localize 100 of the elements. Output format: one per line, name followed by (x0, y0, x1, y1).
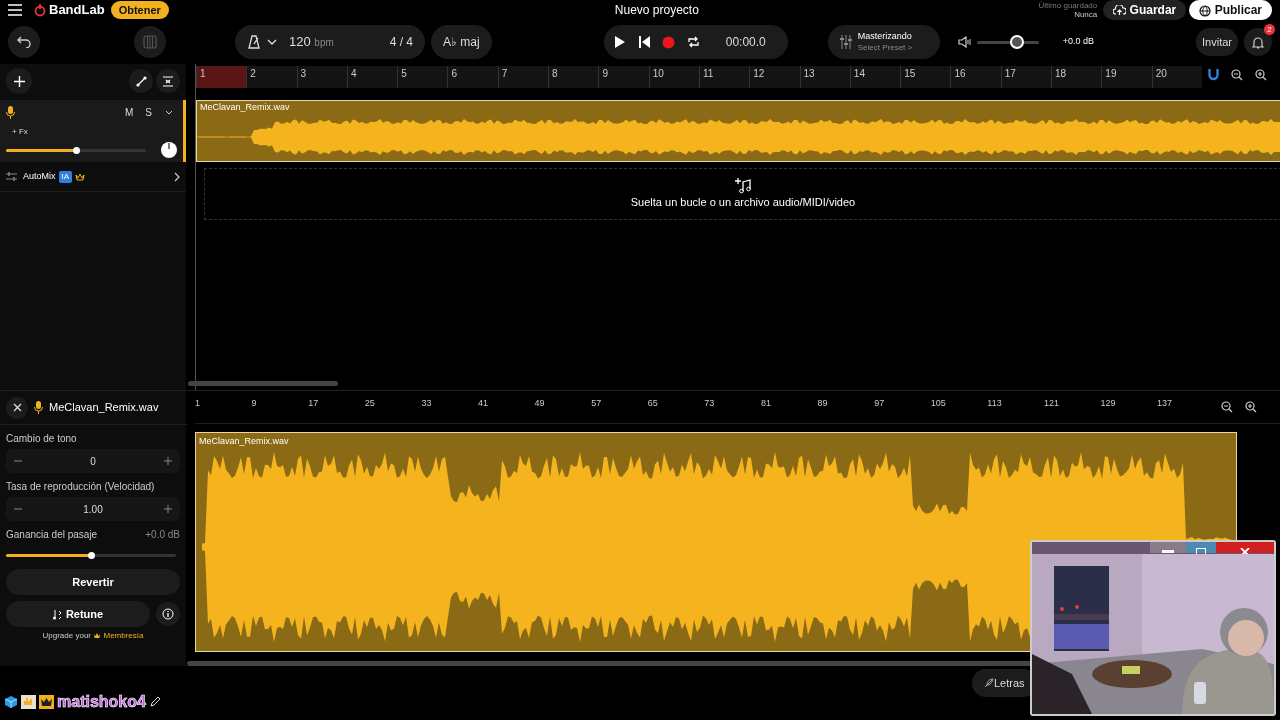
volume-slider-thumb[interactable] (1010, 34, 1025, 49)
ruler-mark[interactable]: 18 (1051, 66, 1102, 88)
key-button[interactable]: A♭ maj (431, 25, 492, 59)
ruler-mark[interactable]: 6 (447, 66, 498, 88)
menu-icon[interactable] (8, 4, 22, 16)
ruler-mark[interactable]: 2 (246, 66, 297, 88)
add-music-icon (735, 177, 751, 194)
ruler-mark: 97 (874, 397, 886, 410)
invite-button[interactable]: Invitar (1196, 28, 1238, 56)
undo-button[interactable] (8, 26, 40, 58)
audio-clip[interactable]: MeClavan_Remix.wav (195, 432, 1237, 653)
mastering-button[interactable]: Masterizando Select Preset > (827, 25, 940, 59)
skip-back-icon[interactable] (637, 36, 650, 48)
maximize-button[interactable] (1186, 542, 1216, 553)
tool-button[interactable] (129, 69, 153, 93)
publish-button[interactable]: Publicar (1189, 0, 1272, 20)
time-signature[interactable]: 4 / 4 (389, 33, 413, 51)
last-saved-value: Nunca (1073, 10, 1098, 19)
ruler-mark[interactable]: 11 (698, 66, 750, 88)
automix-label[interactable]: AutoMix (23, 169, 56, 184)
ruler-mark[interactable]: 10 (648, 66, 699, 88)
logo-icon (34, 3, 46, 17)
ruler-mark[interactable]: 12 (749, 66, 800, 88)
file-name: MeClavan_Remix.wav (49, 400, 159, 416)
close-button[interactable] (6, 396, 28, 419)
ruler-mark[interactable]: 3 (296, 66, 347, 88)
undo-icon (17, 36, 31, 48)
last-saved-label: Último guardado (1038, 1, 1098, 10)
track-volume-thumb[interactable] (73, 146, 80, 154)
ruler-mark[interactable]: 16 (950, 66, 1001, 88)
ruler-mark[interactable]: 7 (497, 66, 549, 88)
retune-button[interactable]: Retune (6, 601, 150, 627)
ruler-mark[interactable]: 19 (1101, 66, 1152, 88)
ruler-mark[interactable]: 17 (1000, 66, 1052, 88)
plus-icon[interactable] (164, 457, 172, 465)
link-icon (135, 75, 147, 87)
scrollbar[interactable] (188, 381, 338, 386)
rate-stepper[interactable]: 1.00 (6, 497, 180, 521)
ruler-mark[interactable]: 20 (1151, 66, 1202, 88)
pitch-stepper[interactable]: 0 (6, 449, 180, 473)
zoom-in-icon[interactable] (1245, 401, 1257, 414)
drop-zone[interactable]: Suelta un bucle o un archivo audio/MIDI/video (204, 168, 1280, 220)
time-display: 00:00.0 (725, 34, 766, 51)
metronome-icon[interactable] (247, 35, 261, 49)
minimize-icon (1162, 550, 1174, 554)
zoom-out-icon[interactable] (1231, 69, 1243, 81)
drop-zone-text: Suelta un bucle o un archivo audio/MIDI/video (630, 194, 856, 210)
ruler-mark[interactable]: 13 (799, 66, 850, 88)
ruler-mark: 73 (704, 397, 716, 410)
rate-label: Tasa de reproducción (Velocidad) (6, 480, 156, 494)
crown-icon (39, 695, 54, 709)
ruler-mark: 129 (1100, 397, 1117, 410)
close-icon (1240, 547, 1250, 556)
chevron-right-icon[interactable] (174, 171, 180, 182)
tool-button[interactable] (156, 69, 180, 93)
ruler-mark[interactable]: 14 (849, 66, 901, 88)
ruler-mark: 113 (987, 397, 1003, 410)
ruler-mark[interactable]: 15 (900, 66, 951, 88)
ruler-mark: 25 (364, 397, 376, 410)
chevron-down-icon[interactable] (267, 39, 277, 45)
ruler-mark: 33 (421, 397, 433, 410)
magnet-icon[interactable] (1208, 69, 1219, 81)
play-icon[interactable] (613, 35, 626, 49)
revert-button[interactable]: Revertir (6, 569, 180, 595)
ruler-mark[interactable]: 5 (397, 66, 448, 88)
get-button[interactable]: Obtener (110, 0, 169, 20)
ruler-mark[interactable]: 8 (548, 66, 599, 88)
zoom-in-icon[interactable] (1255, 69, 1267, 81)
align-icon (162, 75, 174, 87)
save-button[interactable]: Guardar (1103, 0, 1187, 20)
audio-clip[interactable]: MeClavan_Remix.wav (196, 100, 1280, 162)
speaker-icon[interactable] (957, 36, 971, 48)
ruler-mark: 121 (1043, 397, 1060, 410)
gain-slider-thumb[interactable] (88, 552, 95, 559)
cloud-upload-icon (1113, 5, 1127, 17)
zoom-out-icon[interactable] (1221, 401, 1233, 414)
info-button[interactable] (156, 602, 180, 626)
membership-link[interactable]: Membresía (103, 631, 144, 640)
ruler-mark: 105 (930, 397, 947, 410)
loop-icon[interactable] (686, 36, 700, 48)
ruler-mark[interactable]: 1 (196, 66, 247, 88)
pan-knob[interactable] (161, 142, 177, 158)
crown-icon (93, 632, 102, 640)
sliders-icon (839, 35, 852, 49)
record-icon[interactable] (661, 35, 675, 49)
ruler-mark[interactable]: 4 (346, 66, 398, 88)
globe-icon (1199, 4, 1212, 17)
notifications-button[interactable] (1244, 28, 1272, 56)
minimize-button[interactable] (1150, 542, 1186, 553)
plus-icon[interactable] (164, 505, 172, 513)
project-title: Nuevo proyecto (614, 2, 699, 19)
gain-label: Ganancia del pasaje (6, 528, 98, 542)
add-track-button[interactable] (6, 68, 32, 94)
tempo-field[interactable]: 120 bpm (289, 32, 334, 52)
microphone-icon (34, 401, 43, 414)
ruler-mark[interactable]: 9 (598, 66, 649, 88)
ruler-mark: 137 (1157, 397, 1174, 410)
ruler-mark: 17 (308, 397, 320, 410)
piano-button[interactable] (134, 26, 166, 58)
cube-icon (4, 695, 18, 709)
